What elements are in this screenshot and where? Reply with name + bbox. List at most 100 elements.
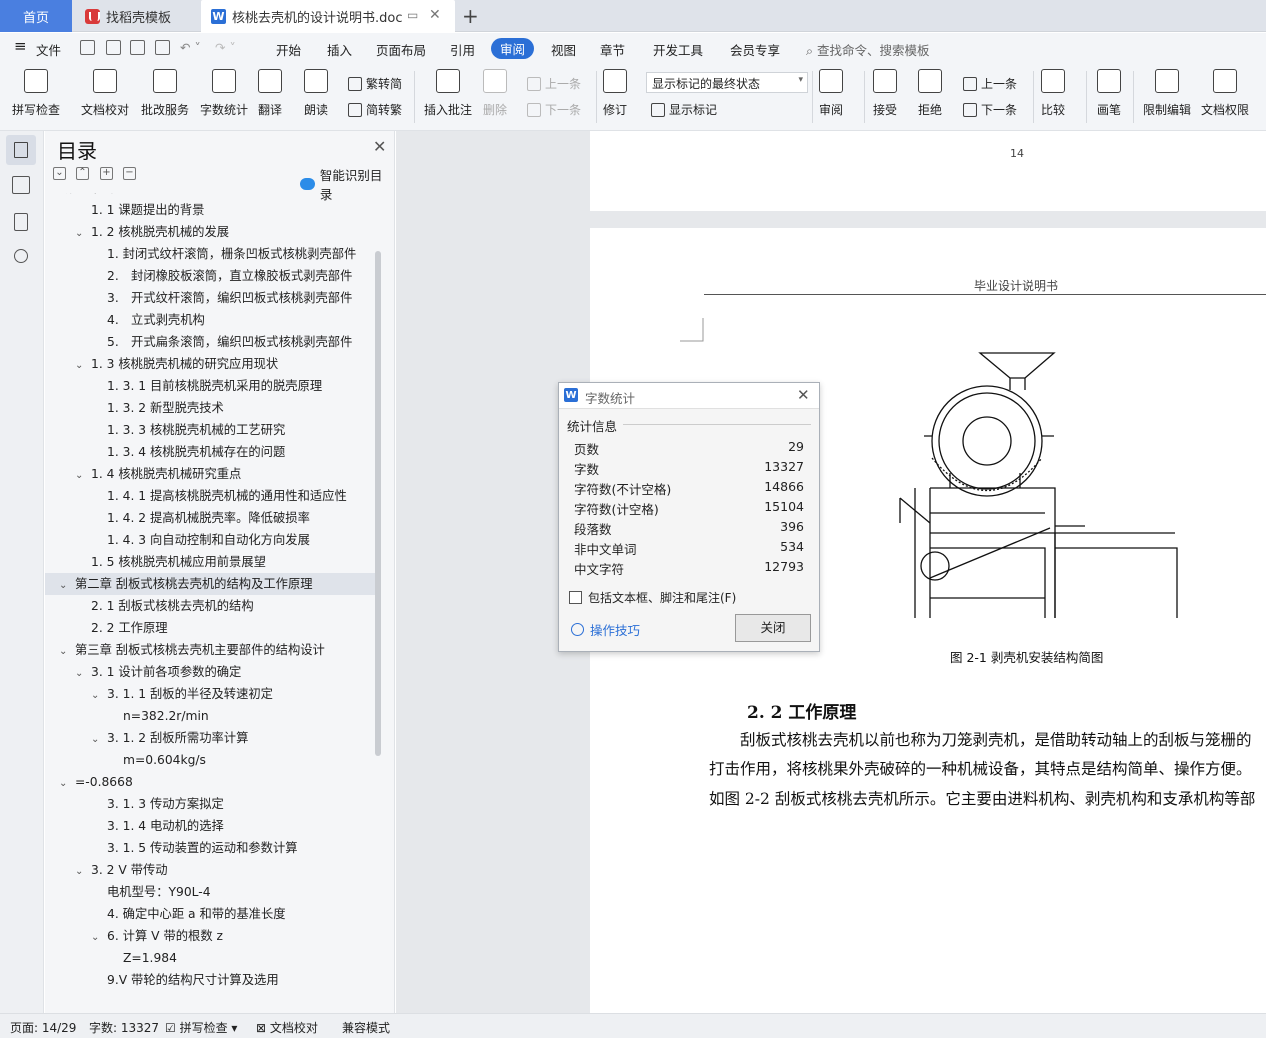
checkbox-box[interactable] (569, 591, 582, 604)
file-menu[interactable]: 文件 (36, 40, 61, 59)
hamburger-icon[interactable]: ≡ (14, 37, 27, 55)
toc-item[interactable]: 1. 4. 3 向自动控制和自动化方向发展 (45, 529, 375, 551)
chevron-down-icon[interactable]: ⌄ (91, 927, 103, 949)
prev-comment-button[interactable]: 上一条 (527, 75, 581, 92)
menu-review[interactable]: 审阅 (491, 38, 535, 59)
chevron-down-icon[interactable]: ⌄ (91, 729, 103, 751)
chevron-down-icon[interactable]: ⌄ (75, 355, 87, 377)
toc-item[interactable]: 2. 1 刮板式核桃去壳机的结构 (45, 595, 375, 617)
toc-item[interactable]: 1. 3. 3 核桃脱壳机械的工艺研究 (45, 419, 375, 441)
chevron-down-icon[interactable]: ⌄ (59, 575, 71, 597)
toc-item[interactable]: 3. 1. 4 电动机的选择 (45, 815, 375, 837)
toc-item[interactable]: 3. 1. 3 传动方案拟定 (45, 793, 375, 815)
toc-item[interactable]: 1. 3. 2 新型脱壳技术 (45, 397, 375, 419)
print-icon[interactable] (130, 40, 145, 55)
toc-item[interactable]: ⌄ 1. 3 核桃脱壳机械的研究应用现状 (45, 353, 375, 375)
menu-insert[interactable]: 插入 (327, 40, 352, 59)
toc-item[interactable]: 电机型号：Y90L-4 (45, 881, 375, 903)
menu-developer[interactable]: 开发工具 (653, 40, 703, 59)
doc-permission-button[interactable]: 文档权限 (1201, 69, 1249, 118)
toc-item[interactable]: 1. 4. 1 提高核桃脱壳机械的通用性和适应性 (45, 485, 375, 507)
batch-service-button[interactable]: 批改服务 (141, 69, 189, 118)
chapter-nav-icon[interactable] (12, 176, 30, 194)
menu-layout[interactable]: 页面布局 (376, 40, 426, 59)
doc-proof-button[interactable]: 文档校对 (81, 69, 129, 118)
prev-change-button[interactable]: 上一条 (963, 75, 1017, 92)
toc-item[interactable]: 4. 立式剥壳机构 (45, 309, 375, 331)
accept-button[interactable]: 接受 (873, 69, 897, 118)
close-icon[interactable]: ✕ (797, 386, 810, 404)
tab-pin-icon[interactable]: ▭ (407, 8, 418, 22)
toc-item[interactable]: ⌄ 1. 4 核桃脱壳机械研究重点 (45, 463, 375, 485)
menu-references[interactable]: 引用 (450, 40, 475, 59)
toc-item[interactable]: m=0.604kg/s (45, 749, 375, 771)
to-traditional-button[interactable]: 繁转简 (348, 75, 402, 92)
toc-item[interactable]: 3. 1. 5 传动装置的运动和参数计算 (45, 837, 375, 859)
show-markup-button[interactable]: 显示标记 (651, 101, 717, 118)
toc-item[interactable]: ⌄ 3. 1. 1 刮板的半径及转速初定 (45, 683, 375, 705)
toc-item[interactable]: ⌄ 第三章 刮板式核桃去壳机主要部件的结构设计 (45, 639, 375, 661)
spellcheck-button[interactable]: 拼写检查 (12, 69, 60, 118)
menu-home[interactable]: 开始 (276, 40, 301, 59)
toc-item[interactable]: 1. 4. 2 提高机械脱壳率。降低破损率 (45, 507, 375, 529)
toc-item[interactable]: 9.V 带轮的结构尺寸计算及选用 (45, 969, 375, 991)
export-pdf-icon[interactable] (106, 40, 121, 55)
chevron-down-icon[interactable]: ⌄ (91, 685, 103, 707)
include-textbox-checkbox[interactable]: 包括文本框、脚注和尾注(F) (569, 589, 736, 606)
word-count-indicator[interactable]: 字数: 13327 (89, 1019, 159, 1036)
toc-item[interactable]: ⌄ 3. 2 V 带传动 (45, 859, 375, 881)
chevron-down-icon[interactable]: ⌄ (75, 223, 87, 245)
toc-item[interactable]: 1. 5 核桃脱壳机械应用前景展望 (45, 551, 375, 573)
to-simplified-button[interactable]: 简转繁 (348, 101, 402, 118)
toc-item[interactable]: n=382.2r/min (45, 705, 375, 727)
proof-status[interactable]: ⊠ 文档校对 (256, 1019, 318, 1036)
toc-item[interactable]: 4. 确定中心距 a 和带的基准长度 (45, 903, 375, 925)
markup-state-select[interactable]: 显示标记的最终状态 ▾ (646, 72, 808, 93)
toc-item[interactable]: 2. 封闭橡胶板滚筒，直立橡胶板式剥壳部件 (45, 265, 375, 287)
page-indicator[interactable]: 页面: 14/29 (10, 1019, 76, 1036)
restrict-edit-button[interactable]: 限制编辑 (1143, 69, 1191, 118)
tips-link[interactable]: 操作技巧 (571, 620, 640, 639)
toc-scrollbar[interactable] (375, 251, 381, 756)
chevron-down-icon[interactable]: ⌄ (59, 773, 71, 795)
save-icon[interactable] (80, 40, 95, 55)
dialog-titlebar[interactable]: W 字数统计 ✕ (559, 383, 819, 409)
toc-item[interactable]: ⌄ 3. 1 设计前各项参数的确定 (45, 661, 375, 683)
redo-icon[interactable]: ↷ ˅ (215, 40, 236, 55)
menu-chapter[interactable]: 章节 (600, 40, 625, 59)
tab-document[interactable]: W 核桃去壳机的设计说明书.doc ▭ ✕ (201, 0, 455, 32)
toc-item[interactable]: ⌄ =-0.8668 (45, 771, 375, 793)
menu-member[interactable]: 会员专享 (730, 40, 780, 59)
insert-comment-button[interactable]: 插入批注 (424, 69, 472, 118)
next-comment-button[interactable]: 下一条 (527, 101, 581, 118)
chevron-down-icon[interactable]: ⌄ (75, 861, 87, 883)
print-preview-icon[interactable] (155, 40, 170, 55)
revise-button[interactable]: 修订 (603, 69, 627, 118)
chevron-down-icon[interactable]: ⌄ (75, 465, 87, 487)
toc-item[interactable]: 1. 1 课题提出的背景 (45, 199, 375, 221)
translate-button[interactable]: 翻译 (258, 69, 282, 118)
undo-icon[interactable]: ↶ ˅ (180, 40, 201, 55)
close-icon[interactable]: ✕ (373, 137, 386, 156)
toc-item[interactable]: Z=1.984 (45, 947, 375, 969)
tab-close-icon[interactable]: ✕ (429, 7, 441, 23)
toc-pane-icon[interactable] (6, 135, 36, 165)
tab-home[interactable]: 首页 (0, 0, 72, 32)
next-change-button[interactable]: 下一条 (963, 101, 1017, 118)
pen-button[interactable]: 画笔 (1097, 69, 1121, 118)
expand-plus-icon[interactable]: + (100, 167, 113, 180)
collapse-minus-icon[interactable]: − (123, 167, 136, 180)
tab-templates[interactable]: 找稻壳模板 (75, 0, 199, 32)
toc-item[interactable]: ⌄ 1. 2 核桃脱壳机械的发展 (45, 221, 375, 243)
find-icon[interactable] (14, 249, 28, 263)
toc-item[interactable]: ⌄ 第二章 刮板式核桃去壳机的结构及工作原理 (45, 573, 375, 595)
spellcheck-status[interactable]: ☑ 拼写检查 ▾ (165, 1019, 237, 1036)
chevron-down-icon[interactable]: ⌄ (75, 663, 87, 685)
collapse-all-icon[interactable]: ⌄ (53, 167, 66, 180)
toc-item[interactable]: 1. 3. 4 核桃脱壳机械存在的问题 (45, 441, 375, 463)
toc-item[interactable]: 3. 开式纹杆滚筒，编织凹板式核桃剥壳部件 (45, 287, 375, 309)
toc-item[interactable]: 5. 开式扁条滚筒，编织凹板式核桃剥壳部件 (45, 331, 375, 353)
new-tab-icon[interactable]: + (462, 4, 479, 28)
expand-up-icon[interactable]: ⌃ (76, 167, 89, 180)
chevron-down-icon[interactable]: ⌄ (59, 641, 71, 663)
